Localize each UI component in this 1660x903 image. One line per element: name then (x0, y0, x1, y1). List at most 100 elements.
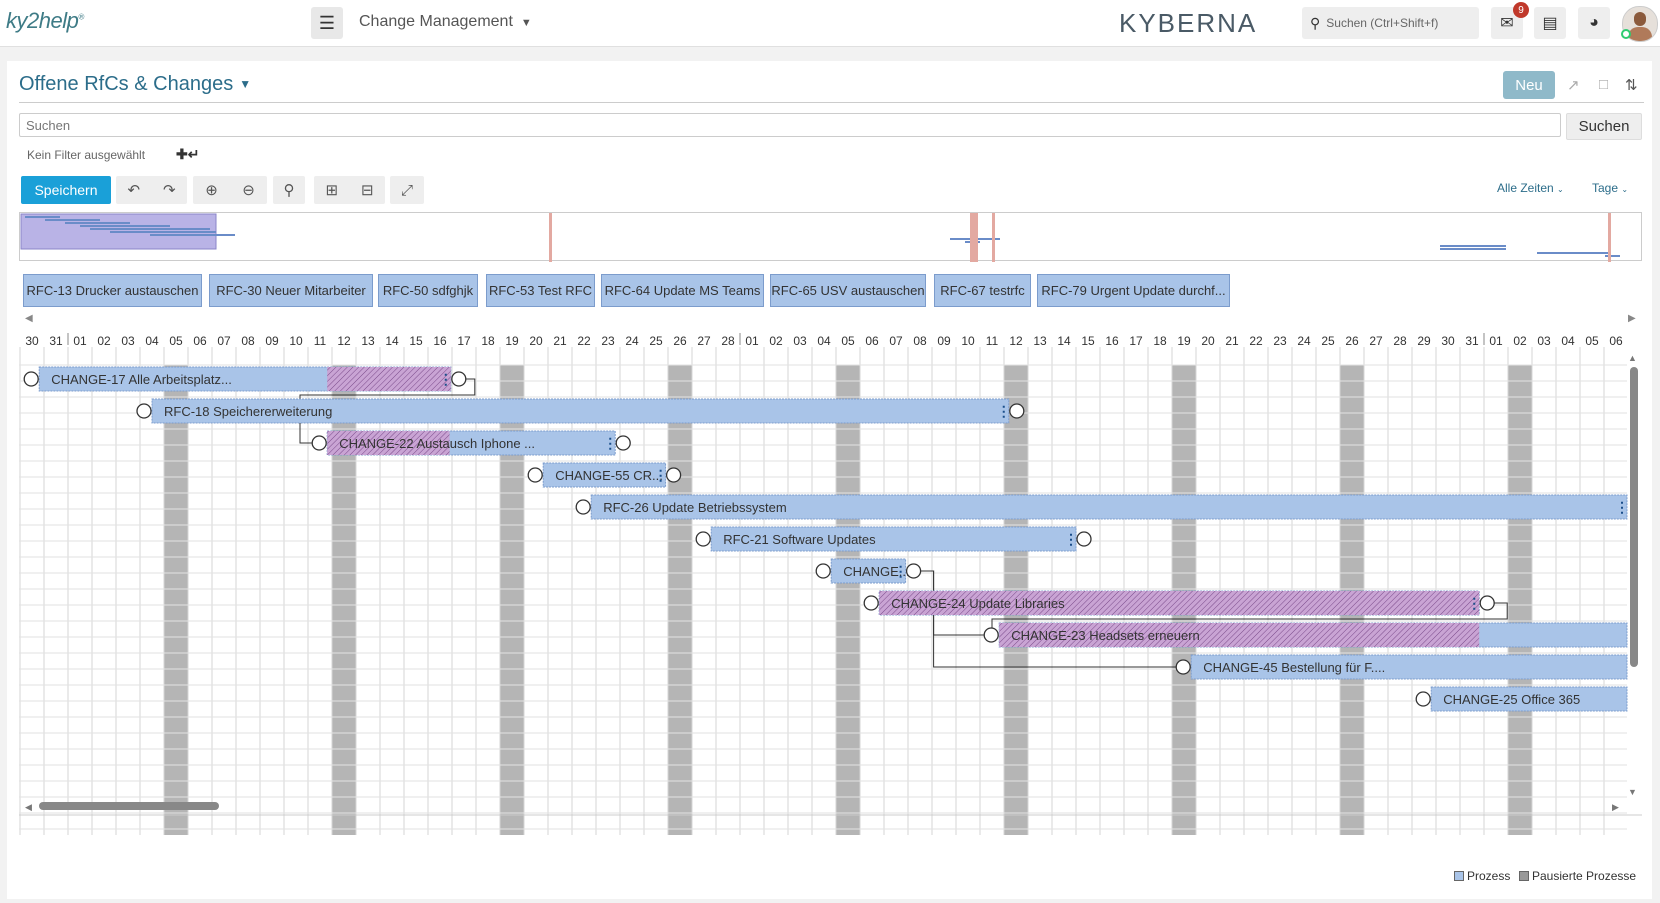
timeline-overview[interactable] (19, 212, 1642, 262)
time-range-dropdown[interactable]: Alle Zeiten ⌄ (1497, 181, 1564, 195)
task-menu-icon[interactable]: ⋮ (1064, 531, 1078, 547)
filter-status: Kein Filter ausgewählt (27, 148, 146, 162)
task-end-handle[interactable] (451, 371, 467, 387)
task-label[interactable]: RFC-18 Speichererweiterung (164, 404, 332, 419)
task-start-handle[interactable] (695, 531, 711, 547)
task-label[interactable]: CHANGE-45 Bestellung für F.... (1203, 660, 1385, 675)
scroll-right-icon[interactable]: ▶ (1612, 802, 1619, 812)
app-logo[interactable]: ky2help® (6, 8, 84, 34)
task-label[interactable]: RFC-21 Software Updates (723, 532, 876, 547)
scroll-down-icon[interactable]: ▼ (1628, 787, 1637, 797)
scale-dropdown[interactable]: Tage ⌄ (1592, 181, 1628, 195)
module-selector[interactable]: Change Management ▼ (359, 13, 532, 31)
task-label[interactable]: CHANGE-17 Alle Arbeitsplatz... (51, 372, 232, 387)
zoom-fit-button[interactable]: ⚲ (273, 176, 305, 204)
rfc-chip[interactable]: RFC-50 sdfghjk (378, 274, 478, 307)
day-label: 29 (1417, 334, 1431, 348)
task-menu-icon[interactable]: ⋮ (654, 467, 668, 483)
task-start-handle[interactable] (527, 467, 543, 483)
day-label: 07 (217, 334, 231, 348)
day-label: 11 (986, 334, 999, 348)
rfc-chip[interactable]: RFC-53 Test RFC (486, 274, 595, 307)
expand-all-icon[interactable]: ⊞ (325, 181, 338, 199)
task-label[interactable]: CHANGE-23 Headsets erneuern (1011, 628, 1200, 643)
top-bar: ky2help® ☰ Change Management ▼ KYBERNA ⚲ S… (0, 0, 1660, 47)
rfc-chip[interactable]: RFC-65 USV austauschen (770, 274, 926, 307)
scroll-left-icon[interactable]: ◀ (25, 313, 33, 324)
chart-line-icon[interactable]: ↗ (1567, 76, 1580, 94)
task-start-handle[interactable] (815, 563, 831, 579)
paused-segment (327, 367, 451, 391)
rfc-chip[interactable]: RFC-67 testrfc (934, 274, 1031, 307)
hamburger-menu-button[interactable]: ☰ (311, 7, 343, 39)
day-label: 22 (1249, 334, 1263, 348)
task-label[interactable]: CHANGE-25 Office 365 (1443, 692, 1580, 707)
rfc-chip[interactable]: RFC-30 Neuer Mitarbeiter (209, 274, 373, 307)
rfc-chip[interactable]: RFC-64 Update MS Teams (601, 274, 764, 307)
day-label: 03 (1537, 334, 1551, 348)
day-label: 19 (505, 334, 519, 348)
list-view-button[interactable]: ▤ (1534, 7, 1566, 39)
search-input[interactable]: Suchen (19, 113, 1561, 137)
calendar-icon[interactable]: □ (1599, 76, 1608, 93)
scroll-right-icon[interactable]: ▶ (1628, 313, 1636, 324)
task-start-handle[interactable] (136, 403, 152, 419)
new-button[interactable]: Neu (1503, 71, 1555, 99)
horizontal-scrollbar-thumb[interactable] (39, 802, 219, 810)
expand-collapse-group: ⊞ ⊟ (314, 176, 385, 204)
task-menu-icon[interactable]: ⋮ (997, 403, 1011, 419)
rfc-chip[interactable]: RFC-79 Urgent Update durchf... (1037, 274, 1230, 307)
task-start-handle[interactable] (311, 435, 327, 451)
page-title[interactable]: Offene RfCs & Changes ▼ (19, 73, 251, 96)
task-menu-icon[interactable]: ⋮ (439, 371, 453, 387)
task-menu-icon[interactable]: ⋮ (1467, 595, 1481, 611)
task-end-handle[interactable] (905, 563, 922, 579)
vertical-scrollbar-thumb[interactable] (1630, 367, 1638, 667)
dashboard-button[interactable]: ◕ (1578, 7, 1610, 39)
task-label[interactable]: RFC-26 Update Betriebssystem (603, 500, 787, 515)
day-label: 30 (1441, 334, 1455, 348)
global-search-input[interactable]: ⚲ Suchen (Ctrl+Shift+f) (1302, 7, 1479, 39)
sort-icon[interactable]: ⇅ (1625, 76, 1638, 94)
day-label: 20 (529, 334, 543, 348)
zoom-out-icon[interactable]: ⊖ (242, 181, 255, 199)
scroll-left-icon[interactable]: ◀ (25, 802, 32, 812)
rfc-chip[interactable]: RFC-13 Drucker austauschen (23, 274, 202, 307)
add-filter-button[interactable]: ✚↵ (176, 146, 199, 163)
task-label[interactable]: CHANGE-22 Austausch Iphone ... (339, 436, 535, 451)
scroll-up-icon[interactable]: ▲ (1628, 353, 1637, 363)
day-label: 21 (1225, 334, 1239, 348)
day-label: 08 (241, 334, 255, 348)
task-menu-icon[interactable]: ⋮ (1615, 499, 1629, 515)
zoom-in-icon[interactable]: ⊕ (205, 181, 218, 199)
undo-icon[interactable]: ↶ (127, 181, 140, 199)
day-label: 10 (289, 334, 303, 348)
day-label: 01 (745, 334, 759, 348)
task-end-handle[interactable] (1479, 595, 1495, 611)
task-start-handle[interactable] (983, 627, 999, 643)
fullscreen-button[interactable]: ⤢ (390, 176, 424, 204)
task-menu-icon[interactable]: ⋮ (894, 563, 908, 579)
collapse-all-icon[interactable]: ⊟ (361, 181, 374, 199)
task-start-handle[interactable] (23, 371, 39, 387)
redo-icon[interactable]: ↷ (163, 181, 176, 199)
day-label: 14 (385, 334, 399, 348)
task-label[interactable]: CHANGE-24 Update Libraries (891, 596, 1065, 611)
day-label: 20 (1201, 334, 1215, 348)
save-button[interactable]: Speichern (21, 176, 111, 204)
task-start-handle[interactable] (575, 499, 591, 515)
day-label: 04 (145, 334, 159, 348)
task-menu-icon[interactable]: ⋮ (603, 435, 617, 451)
task-end-handle[interactable] (1009, 403, 1025, 419)
search-button[interactable]: Suchen (1566, 113, 1642, 140)
task-start-handle[interactable] (863, 595, 879, 611)
day-label: 05 (1585, 334, 1599, 348)
task-end-handle[interactable] (1076, 531, 1092, 547)
menu-icon: ☰ (318, 12, 336, 33)
task-start-handle[interactable] (1175, 659, 1191, 675)
task-end-handle[interactable] (615, 435, 631, 451)
task-end-handle[interactable] (665, 467, 682, 483)
day-label: 04 (817, 334, 831, 348)
task-label[interactable]: CHANGE-55 CR... (555, 468, 663, 483)
task-start-handle[interactable] (1415, 691, 1431, 707)
